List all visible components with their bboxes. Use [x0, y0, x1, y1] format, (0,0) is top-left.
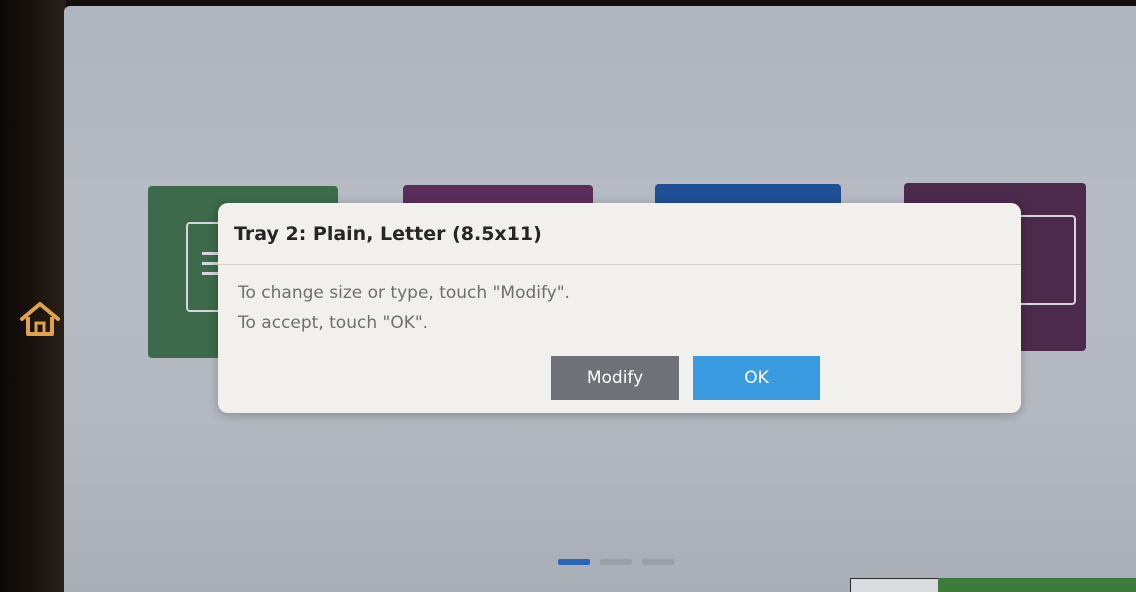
home-button[interactable]	[14, 294, 66, 344]
dialog-body: To change size or type, touch "Modify". …	[218, 265, 1021, 333]
ok-button[interactable]: OK	[693, 356, 820, 400]
home-icon	[20, 302, 60, 336]
page-dot-1[interactable]	[558, 559, 590, 565]
dialog-message-accept: To accept, touch "OK".	[238, 313, 429, 333]
dialog-title: Tray 2: Plain, Letter (8.5x11)	[234, 222, 542, 245]
page-dot-2[interactable]	[600, 559, 632, 565]
tray-confirmation-dialog: Tray 2: Plain, Letter (8.5x11) To change…	[218, 203, 1021, 413]
page-dot-3[interactable]	[642, 559, 674, 565]
touchscreen: Tray 2: Plain, Letter (8.5x11) To change…	[64, 6, 1136, 592]
bottom-right-tile[interactable]	[938, 578, 1136, 592]
document-icon	[1012, 215, 1076, 305]
modify-button[interactable]: Modify	[551, 356, 679, 400]
bottom-tab[interactable]	[850, 578, 940, 592]
panel-bezel	[0, 0, 66, 592]
dialog-header: Tray 2: Plain, Letter (8.5x11)	[218, 203, 1021, 265]
dialog-button-row: Modify OK	[218, 356, 1021, 400]
page-indicator	[558, 559, 674, 565]
dialog-message-modify: To change size or type, touch "Modify".	[238, 283, 570, 303]
printer-control-panel: Tray 2: Plain, Letter (8.5x11) To change…	[0, 0, 1136, 592]
